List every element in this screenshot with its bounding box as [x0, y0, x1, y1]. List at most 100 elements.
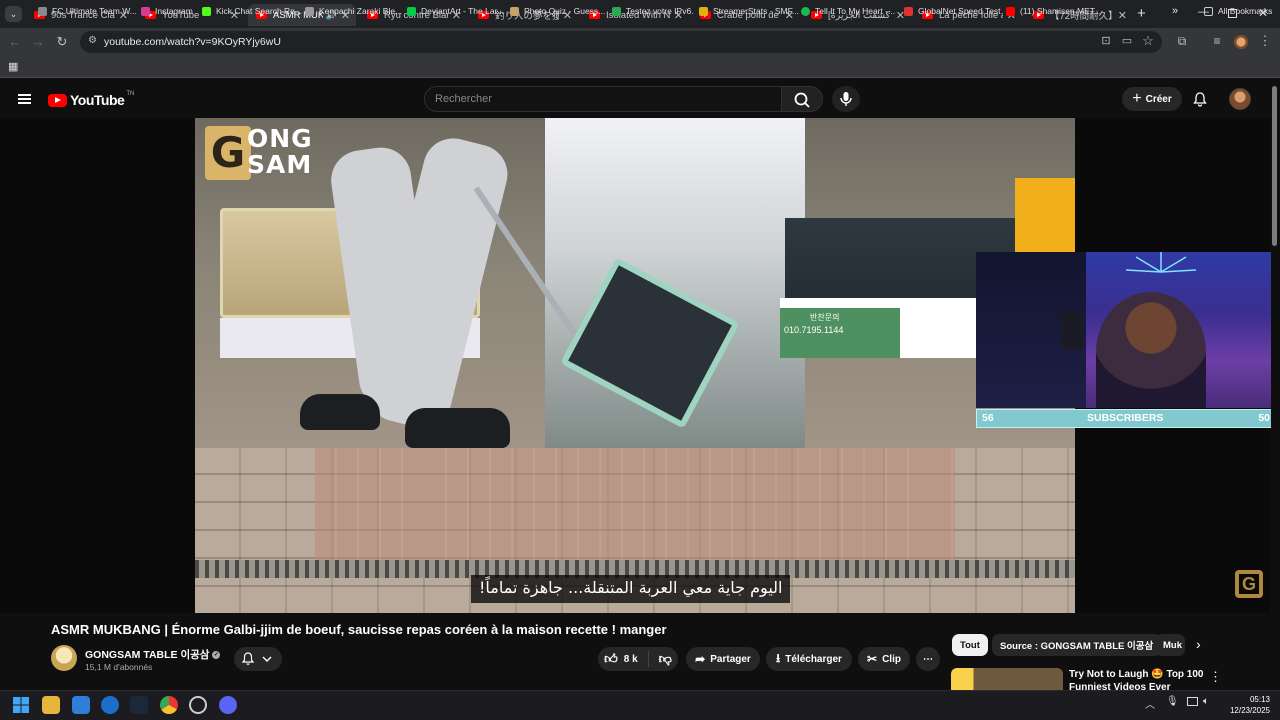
bookmark-item[interactable]: Tell It To My Heart -...: [801, 4, 895, 18]
scissors-icon: ✂: [867, 652, 878, 666]
forward-icon[interactable]: →: [29, 34, 47, 49]
create-button[interactable]: + Créer: [1122, 87, 1182, 111]
more-vertical-icon[interactable]: ⋮: [1209, 669, 1222, 685]
display-tray-icon[interactable]: [1187, 697, 1198, 706]
tab-search-button[interactable]: ⌄: [5, 6, 22, 22]
instagram-icon: [141, 6, 150, 16]
shop-sign: 반찬문의 010.7195.1144: [780, 308, 900, 358]
translate-icon[interactable]: ⊡: [1097, 34, 1115, 47]
download-button[interactable]: ⭳ Télécharger: [766, 647, 852, 671]
file-explorer-icon[interactable]: [42, 696, 60, 714]
account-avatar[interactable]: [1229, 88, 1251, 110]
bookmark-item[interactable]: GlobalNet Speed Test: [904, 4, 1001, 18]
chip-all[interactable]: Tout: [952, 634, 988, 656]
neon-light-decoration: [1126, 252, 1196, 273]
bookmark-item[interactable]: Kick Chat Search Re...: [202, 4, 302, 18]
subscriber-goal-bar: 56 SUBSCRIBERS 50: [976, 409, 1276, 428]
chrome-icon[interactable]: [160, 696, 178, 714]
video-title: ASMR MUKBANG | Énorme Galbi-jjim de boeu…: [51, 622, 667, 637]
scrollbar-thumb[interactable]: [1272, 86, 1277, 246]
video-subtitle: اليوم جاية معي العربة المتنقلة... جاهزة …: [471, 575, 791, 603]
share-button[interactable]: ➦ Partager: [686, 647, 760, 671]
kick-icon: [202, 6, 211, 16]
show-hidden-icons-icon[interactable]: ︿: [1145, 696, 1155, 711]
bookmark-item[interactable]: DeviantArt - The Lar...: [407, 4, 504, 18]
windows-logo-icon: [13, 697, 29, 713]
chevron-down-icon: [262, 656, 272, 662]
profile-avatar[interactable]: [1234, 35, 1248, 49]
clip-button[interactable]: ✂ Clip: [858, 647, 910, 671]
search-button[interactable]: [781, 86, 823, 112]
voice-search-button[interactable]: [832, 86, 860, 112]
bookmark-favicon-icon: [612, 6, 621, 16]
subscription-bell-button[interactable]: [234, 647, 282, 671]
search-icon: [794, 92, 810, 108]
more-actions-button[interactable]: ⋯: [916, 647, 940, 671]
webcam-overlay: [976, 252, 1276, 408]
bookmarks-overflow-icon[interactable]: »: [1172, 4, 1178, 18]
bell-icon: [1193, 92, 1207, 107]
person-shoe: [300, 394, 380, 430]
bookmark-star-icon[interactable]: ☆: [1139, 33, 1157, 49]
chip-mukbang[interactable]: Muk: [1155, 634, 1185, 656]
bookmark-favicon-icon: [904, 6, 913, 16]
microphone-icon: [840, 92, 852, 106]
reload-icon[interactable]: ↻: [53, 34, 71, 50]
search-input[interactable]: Rechercher: [424, 86, 782, 112]
plus-icon: +: [1132, 90, 1142, 107]
thumbs-up-icon: 👍︎: [604, 651, 618, 666]
verified-icon: ✓: [212, 651, 221, 660]
all-bookmarks-button[interactable]: All Bookmarks: [1204, 4, 1272, 18]
microphone-tray-icon[interactable]: 🎙︎: [1166, 696, 1179, 707]
channel-name[interactable]: GONGSAM TABLE 이공삼 ✓: [85, 647, 221, 662]
video-frame[interactable]: 반찬문의 010.7195.1144: [195, 118, 1075, 613]
discord-icon[interactable]: [219, 696, 237, 714]
bookmark-item[interactable]: (11) Shamisen MET...: [1006, 4, 1101, 18]
taskbar-clock[interactable]: 05:13 12/23/2025: [1222, 694, 1270, 716]
bookmark-item[interactable]: Instagram: [141, 4, 193, 18]
bookmark-item[interactable]: Photo Quiz - Guess...: [510, 4, 605, 18]
back-icon[interactable]: ←: [6, 34, 24, 49]
recommended-video-thumbnail[interactable]: [951, 668, 1063, 690]
channel-watermark[interactable]: G: [1235, 570, 1263, 598]
reading-list-icon[interactable]: ≡: [1208, 34, 1226, 48]
chip-source[interactable]: Source : GONGSAM TABLE 이공삼: [992, 634, 1162, 656]
notifications-button[interactable]: [1192, 91, 1208, 112]
bookmark-item[interactable]: StreamerStats - SMF...: [699, 4, 799, 18]
extensions-icon[interactable]: ⧉: [1173, 34, 1191, 49]
steam-icon[interactable]: [130, 696, 148, 714]
youtube-logo[interactable]: YouTube TN: [48, 91, 134, 108]
deviantart-icon: [407, 6, 416, 16]
thumbs-down-icon: 👎︎: [658, 651, 672, 666]
bookmark-item[interactable]: Testez votre IPv6.: [612, 4, 694, 18]
dislike-button[interactable]: 👎︎: [649, 651, 672, 667]
apps-grid-icon[interactable]: ▦: [8, 60, 18, 73]
bookmark-favicon-icon: [699, 6, 708, 16]
channel-avatar[interactable]: [51, 645, 77, 671]
github-icon[interactable]: [189, 696, 207, 714]
chips-next-icon[interactable]: ›: [1196, 636, 1201, 652]
new-tab-button[interactable]: +: [1137, 5, 1146, 22]
like-dislike-group: 👍︎ 8 k 👎︎: [598, 647, 678, 671]
bookmark-item[interactable]: Kenpachi Zaraki Ble...: [305, 4, 402, 18]
like-button[interactable]: 👍︎ 8 k: [604, 651, 649, 667]
windows-start-icon[interactable]: [12, 696, 30, 714]
close-tab-icon[interactable]: ✕: [1118, 9, 1127, 22]
volume-tray-icon[interactable]: 🔈︎: [1203, 696, 1209, 707]
bookmark-item[interactable]: FC Ultimate Team W...: [38, 4, 137, 18]
hamburger-menu-icon[interactable]: [18, 94, 31, 104]
subscriber-count-right: 50: [1258, 412, 1270, 424]
url-text: youtube.com/watch?v=9KOyRYjy6wU: [104, 36, 281, 48]
channel-logo-overlay: G ONG SAM: [205, 124, 333, 182]
app-icon[interactable]: [101, 696, 119, 714]
youtube-favicon-icon: [1006, 6, 1015, 16]
more-horizontal-icon: ⋯: [923, 653, 933, 665]
browser-menu-icon[interactable]: ⋮: [1256, 33, 1274, 49]
streamer: [1096, 292, 1206, 408]
subscriber-count: 15,1 M d'abonnés: [85, 662, 153, 672]
outlook-icon[interactable]: [72, 696, 90, 714]
bookmarks-bar: [0, 56, 1280, 78]
site-info-icon[interactable]: ⚙: [88, 35, 97, 46]
cast-icon[interactable]: ▭: [1118, 34, 1136, 47]
address-bar[interactable]: ⚙ youtube.com/watch?v=9KOyRYjy6wU: [80, 31, 1162, 53]
